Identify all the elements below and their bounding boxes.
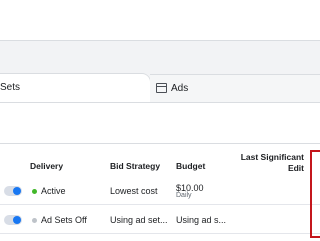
table-row[interactable]: Ad Sets Off Using ad set... Using ad s..… [0, 207, 320, 234]
tab-ads-label: Ads [171, 83, 189, 94]
budget-value: Using ad s... [176, 215, 227, 225]
highlight-box [310, 150, 320, 238]
status-dot-off [32, 218, 37, 223]
tab-ad-sets[interactable]: Sets [0, 74, 150, 102]
tab-ad-sets-label: Sets [0, 82, 21, 93]
ad-icon [156, 83, 167, 93]
bid-strategy-value: Using ad set... [110, 215, 168, 225]
header-delivery[interactable]: Delivery [30, 161, 63, 171]
delivery-status: Ad Sets Off [41, 215, 87, 225]
toggle-knob [13, 216, 21, 224]
tab-ads[interactable]: Ads [150, 74, 320, 103]
table-row[interactable]: Active Lowest cost $10.00 Daily [0, 178, 320, 205]
table-header: Delivery Bid Strategy Budget Last Signif… [0, 143, 320, 180]
bid-strategy-value: Lowest cost [110, 186, 158, 196]
on-off-toggle[interactable] [4, 186, 22, 196]
status-dot-active [32, 189, 37, 194]
toolbar-area [0, 103, 320, 143]
header-last-significant-edit[interactable]: Last Significant Edit [224, 152, 304, 174]
top-bar [0, 0, 320, 41]
on-off-toggle[interactable] [4, 215, 22, 225]
top-gap [0, 41, 320, 73]
toggle-knob [13, 187, 21, 195]
header-budget[interactable]: Budget [176, 161, 205, 171]
budget-period: Daily [176, 192, 192, 199]
header-bid-strategy[interactable]: Bid Strategy [110, 161, 160, 171]
delivery-status: Active [41, 186, 66, 196]
